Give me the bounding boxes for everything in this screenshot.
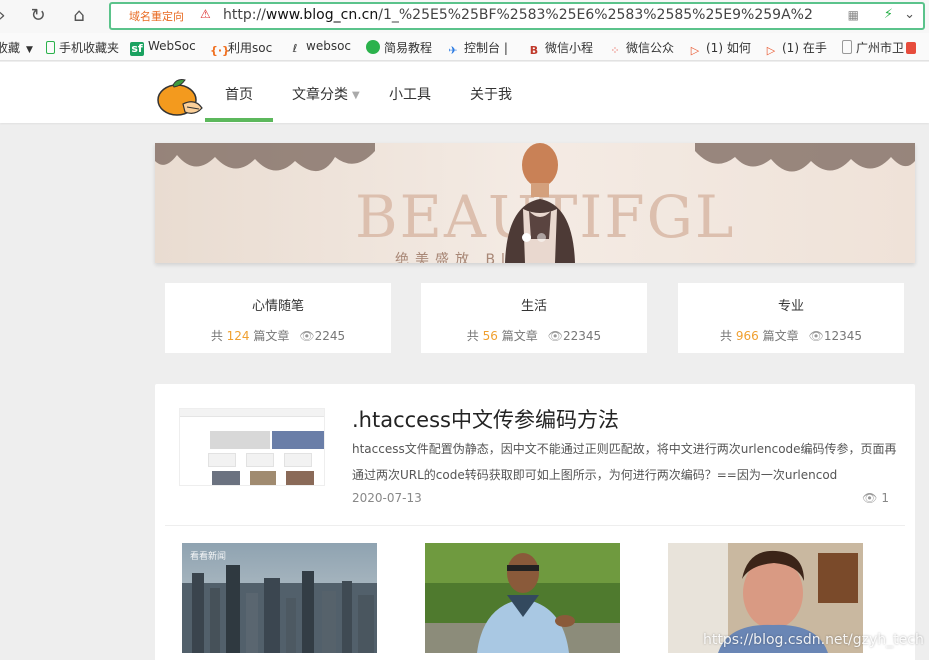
article-date: 2020-07-13 <box>352 491 422 505</box>
article-thumbnail[interactable] <box>179 408 325 486</box>
bookmark-item[interactable]: ✈ 控制台 | <box>446 39 507 58</box>
category-meta: 共 966 篇文章 👁12345 <box>719 329 862 343</box>
banner-model-image <box>505 143 575 263</box>
carousel-dot[interactable] <box>537 233 546 242</box>
thumb-card <box>208 453 236 467</box>
view-count: 12345 <box>823 329 862 343</box>
url-text[interactable]: http://www.blog_cn.cn/1_%25E5%25BF%2583%… <box>223 7 813 23</box>
caret-down-icon: ▼ <box>26 45 33 55</box>
caret-down-icon: ▼ <box>352 90 360 101</box>
nav-tools[interactable]: 小工具 <box>389 84 431 104</box>
category-meta: 共 56 篇文章 👁22345 <box>466 329 602 343</box>
watermark: https://blog.csdn.net/gzyh_tech <box>703 632 924 648</box>
category-title: 专业 <box>777 299 804 314</box>
thumb-card <box>284 453 312 467</box>
redirect-label: 域名重定向 <box>129 10 184 23</box>
category-meta: 共 124 篇文章 👁2245 <box>210 329 346 343</box>
category-card[interactable]: 专业 共 966 篇文章 👁12345 <box>678 283 904 353</box>
article-count: 124 <box>226 329 250 343</box>
qr-code-icon[interactable]: ▦ <box>848 8 859 22</box>
nav-about[interactable]: 关于我 <box>470 84 512 104</box>
eye-icon: 👁 <box>299 329 315 343</box>
nav-active-indicator <box>205 118 273 122</box>
url-path: /1_%25E5%25BF%2583%25E6%2583%2585%25E9%2… <box>378 7 813 23</box>
bookmark-item[interactable]: ▷ (1) 如何 <box>688 39 751 58</box>
article-count: 966 <box>735 329 759 343</box>
bracket-icon: {·} <box>210 44 230 57</box>
thumb-image <box>286 471 314 485</box>
b-icon: B <box>529 44 539 57</box>
bookmark-item[interactable]: ▷ (1) 在手 <box>764 39 827 58</box>
doc-icon <box>842 40 852 54</box>
reload-icon[interactable]: ↻ <box>26 4 50 28</box>
category-card[interactable]: 生活 共 56 篇文章 👁22345 <box>421 283 647 353</box>
category-title: 心情随笔 <box>251 299 304 314</box>
chain-icon: ℓ <box>292 42 298 55</box>
thumb-toolbar <box>180 409 324 417</box>
wechat-icon <box>366 40 380 54</box>
address-bar[interactable]: 域名重定向 ⚠ http://www.blog_cn.cn/1_%25E5%25… <box>109 2 925 30</box>
article-image-city[interactable]: 看看新闻 <box>182 543 377 653</box>
browser-toolbar: › ↻ ⌂ 域名重定向 ⚠ http://www.blog_cn.cn/1_%2… <box>0 0 929 33</box>
bookmark-item[interactable]: 收藏 ▼ <box>0 39 33 56</box>
chevron-down-icon[interactable]: ⌄ <box>904 7 915 22</box>
category-card[interactable]: 心情随笔 共 124 篇文章 👁2245 <box>165 283 391 353</box>
site-header: 首页 文章分类 ▼ 小工具 关于我 <box>0 62 929 123</box>
view-count: 22345 <box>563 329 602 343</box>
bookmark-item[interactable]: 简易教程 <box>366 39 432 56</box>
banner-subtitle: 绝美盛放 Bl <box>395 252 511 263</box>
grid-icon: ⁘ <box>610 44 620 57</box>
bookmarks-bar: 收藏 ▼ 手机收藏夹 sf WebSoc {·}利用soc ℓ websoc 简易教程… <box>0 33 929 61</box>
bookmark-item[interactable]: ⁘ 微信公众 <box>608 39 674 58</box>
url-prefix: http:// <box>223 7 266 23</box>
divider <box>165 525 905 526</box>
red-square-icon <box>906 42 917 54</box>
thumb-image <box>212 471 240 485</box>
sf-icon: sf <box>130 42 144 56</box>
article-views: 👁 1 <box>862 491 889 505</box>
thumb-banner <box>210 431 270 449</box>
orange-logo-icon[interactable] <box>157 76 203 116</box>
eye-icon: 👁 <box>547 329 563 343</box>
bookmark-item[interactable]: 广州市卫 <box>842 39 920 56</box>
bookmark-item[interactable]: ℓ websoc <box>288 39 351 56</box>
news-label: 看看新闻 <box>190 552 227 562</box>
eye-icon: 👁 <box>808 329 824 343</box>
article-title[interactable]: .htaccess中文传参编码方法 <box>352 404 619 434</box>
url-domain: www.blog_cn.cn <box>265 7 379 23</box>
banner-carousel[interactable]: BEAUTIFGL 绝美盛放 Bl <box>155 143 915 263</box>
bookmark-item[interactable]: 手机收藏夹 <box>46 39 119 56</box>
home-icon[interactable]: ⌂ <box>67 4 91 28</box>
nav-home[interactable]: 首页 <box>225 84 253 104</box>
play-icon: ▷ <box>766 44 776 57</box>
thumb-card <box>246 453 274 467</box>
lightning-icon[interactable]: ⚡ <box>884 7 893 22</box>
article-list-panel: .htaccess中文传参编码方法 htaccess文件配置伪静态，因中文不能通… <box>155 384 915 660</box>
play-icon: ▷ <box>690 44 700 57</box>
article-count: 56 <box>482 329 498 343</box>
lace-decoration <box>155 143 375 172</box>
thumb-banner <box>272 431 324 449</box>
nav-categories[interactable]: 文章分类 ▼ <box>292 84 360 104</box>
man-portrait-image <box>425 543 620 653</box>
back-icon[interactable]: › <box>0 4 14 28</box>
carousel-dot-active[interactable] <box>522 233 531 242</box>
view-count: 2245 <box>314 329 346 343</box>
category-title: 生活 <box>520 299 547 314</box>
bookmark-item[interactable]: sf WebSoc <box>130 39 196 56</box>
bookmark-item[interactable]: {·}利用soc <box>210 39 272 58</box>
plane-icon: ✈ <box>448 44 458 57</box>
article-image-person[interactable] <box>425 543 620 653</box>
phone-icon <box>46 41 55 54</box>
bookmark-item[interactable]: B 微信小程 <box>527 39 593 58</box>
insecure-icon[interactable]: ⚠ <box>200 7 211 21</box>
thumb-image <box>250 471 276 485</box>
eye-icon: 👁 <box>862 491 878 505</box>
article-excerpt: htaccess文件配置伪静态，因中文不能通过正则匹配故，将中文进行两次urle… <box>352 442 897 482</box>
